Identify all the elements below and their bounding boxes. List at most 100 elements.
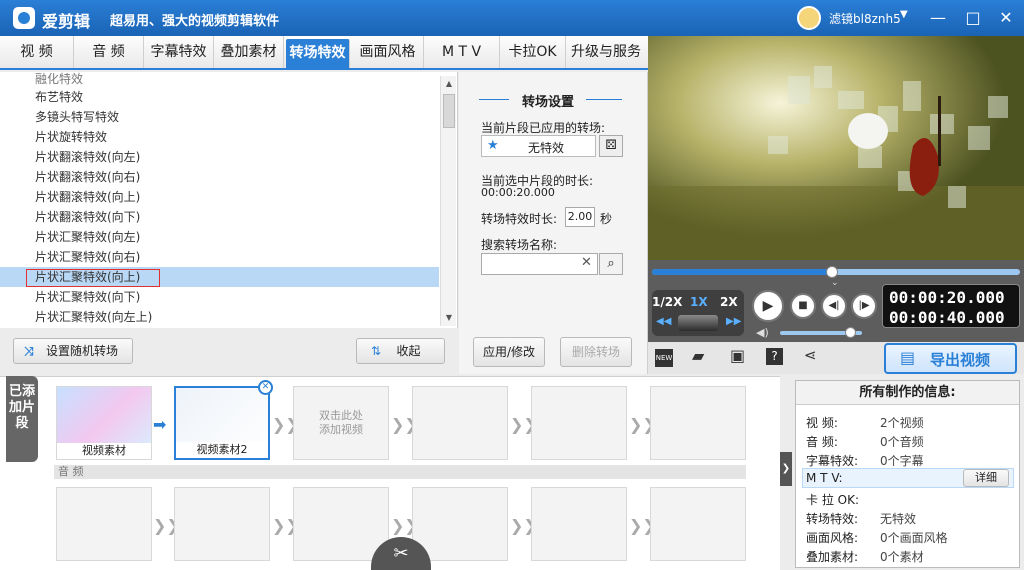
avatar[interactable] (797, 6, 821, 30)
caret-down-icon[interactable]: ▼ (900, 9, 908, 20)
info-value: 0个画面风格 (880, 531, 948, 545)
progress-knob[interactable] (826, 266, 838, 278)
user-name[interactable]: 滤镜bl8znh5 (829, 10, 901, 27)
forward-icon[interactable]: ▶▶ (726, 316, 741, 327)
speed-normal[interactable]: 1X (690, 295, 708, 309)
list-item[interactable]: 布艺特效 (0, 87, 439, 107)
settings-title: 转场设置 (522, 95, 575, 110)
apply-button[interactable]: 应用/修改 (473, 337, 545, 367)
list-item[interactable]: 片状汇聚特效(向右) (0, 247, 439, 267)
list-item[interactable]: 片状翻滚特效(向左) (0, 147, 439, 167)
audio-slot[interactable] (56, 487, 152, 561)
minimize-button[interactable]: — (926, 6, 950, 30)
list-scrollbar[interactable]: ▲ ▼ (440, 76, 456, 326)
info-value: 0个音频 (880, 435, 924, 449)
tab-audio[interactable]: 音 频 (74, 36, 144, 68)
empty-slot[interactable] (412, 386, 508, 460)
time-display: 00:00:20.000 00:00:40.000 (882, 284, 1020, 328)
audio-slot[interactable] (531, 487, 627, 561)
timeline: 视频素材 ➡ 视频素材2 ✕ ❯❯ 双击此处添加视频 ❯❯ ❯❯ ❯❯ 音 频 … (0, 376, 780, 570)
list-item[interactable]: 多镜头特写特效 (0, 107, 439, 127)
arrow-right-icon: ➡ (153, 415, 167, 434)
divider (586, 99, 622, 100)
scroll-up-icon[interactable]: ▲ (441, 76, 457, 92)
divider (479, 99, 509, 100)
collapse-button[interactable]: ⇅ 收起 (356, 338, 445, 364)
jog-wheel[interactable] (678, 315, 718, 331)
info-value: 2个视频 (880, 416, 924, 430)
list-item[interactable]: 片状汇聚特效(向左) (0, 227, 439, 247)
share-icon[interactable]: ⋖ (804, 346, 817, 364)
info-label: M T V: (806, 471, 843, 485)
clip-thumbnail-selected[interactable]: 视频素材2 ✕ (174, 380, 273, 460)
info-value: 无特效 (880, 512, 917, 526)
info-title: 所有制作的信息: (796, 381, 1019, 405)
rewind-icon[interactable]: ◀◀ (656, 316, 671, 327)
dice-icon[interactable]: ⚄ (599, 135, 623, 157)
app-slogan: 超易用、强大的视频剪辑软件 (110, 14, 280, 29)
save-icon[interactable]: ▣ (730, 346, 745, 365)
volume-knob[interactable] (845, 327, 856, 338)
list-item[interactable]: 片状翻滚特效(向右) (0, 167, 439, 187)
list-item[interactable]: 片状汇聚特效(向下) (0, 287, 439, 307)
info-label: 卡 拉 OK: (806, 493, 859, 507)
search-icon[interactable]: ⌕ (599, 253, 623, 275)
scroll-thumb[interactable] (443, 94, 455, 128)
effect-duration-input[interactable]: 2.00 (565, 207, 595, 227)
list-item[interactable]: 片状翻滚特效(向上) (0, 187, 439, 207)
scroll-down-icon[interactable]: ▼ (441, 310, 457, 326)
list-item[interactable]: 片状汇聚特效(向左上) (0, 307, 439, 327)
detail-button[interactable]: 详细 (963, 469, 1009, 487)
next-frame-button[interactable]: |▶ (851, 293, 877, 319)
clear-icon[interactable]: ✕ (581, 255, 592, 270)
collapse-icon: ⇅ (371, 344, 382, 358)
tab-mtv[interactable]: M T V (424, 36, 500, 68)
tab-upgrade[interactable]: 升级与服务 (566, 36, 646, 68)
export-video-button[interactable]: ▤ 导出视频 (884, 343, 1017, 374)
remove-clip-icon[interactable]: ✕ (258, 380, 273, 395)
tab-subtitle[interactable]: 字幕特效 (144, 36, 214, 68)
expand-panel-icon[interactable]: ❯ (780, 452, 792, 486)
tab-video[interactable]: 视 频 (0, 36, 74, 68)
audio-slot[interactable] (650, 487, 746, 561)
list-item[interactable]: 融化特效 (0, 69, 439, 89)
play-button[interactable]: ▶ (752, 290, 784, 322)
list-item[interactable]: 片状旋转特效 (0, 127, 439, 147)
open-folder-icon[interactable]: ▰ (692, 346, 704, 365)
added-clips-label: 已添加片段 (6, 376, 38, 462)
empty-slot[interactable] (650, 386, 746, 460)
speed-panel: 1/2X 1X 2X ◀◀ ▶▶ (652, 290, 744, 336)
empty-slot[interactable] (531, 386, 627, 460)
audio-slot[interactable] (174, 487, 270, 561)
help-icon[interactable]: ? (766, 348, 783, 365)
stop-button[interactable]: ■ (790, 293, 816, 319)
clip-thumbnail[interactable]: 视频素材 (56, 386, 152, 460)
info-label: 转场特效: (806, 512, 859, 526)
close-button[interactable]: ✕ (994, 6, 1018, 30)
audio-slot[interactable] (293, 487, 389, 561)
duration-value: 00:00:20.000 (481, 186, 555, 199)
tab-overlay[interactable]: 叠加素材 (214, 36, 284, 68)
prev-frame-button[interactable]: ◀| (821, 293, 847, 319)
speed-half[interactable]: 1/2X (652, 295, 682, 309)
delete-transition-button[interactable]: 删除转场 (560, 337, 632, 367)
star-icon: ★ (487, 138, 499, 153)
audio-slot[interactable] (412, 487, 508, 561)
chevron-down-icon: ⌄ (831, 278, 839, 288)
search-label: 搜索转场名称: (481, 238, 558, 252)
info-value: 0个字幕 (880, 454, 924, 468)
main-tabs: 视 频 音 频 字幕特效 叠加素材 转场特效 画面风格 M T V 卡拉OK 升… (0, 36, 648, 70)
video-preview[interactable] (648, 36, 1024, 260)
speed-double[interactable]: 2X (720, 295, 738, 309)
info-label: 音 频: (806, 435, 838, 449)
maximize-button[interactable]: □ (961, 6, 985, 30)
add-video-slot[interactable]: 双击此处添加视频 (293, 386, 389, 460)
list-item[interactable]: 片状翻滚特效(向下) (0, 207, 439, 227)
volume-icon[interactable]: ◀) (756, 326, 769, 339)
tab-karaoke[interactable]: 卡拉OK (500, 36, 566, 68)
tab-style[interactable]: 画面风格 (352, 36, 424, 68)
random-transition-button[interactable]: ⤨ 设置随机转场 (13, 338, 133, 364)
tab-transition[interactable]: 转场特效 (286, 39, 350, 68)
highlight-box (26, 269, 160, 287)
new-project-icon[interactable]: NEW (655, 349, 673, 367)
